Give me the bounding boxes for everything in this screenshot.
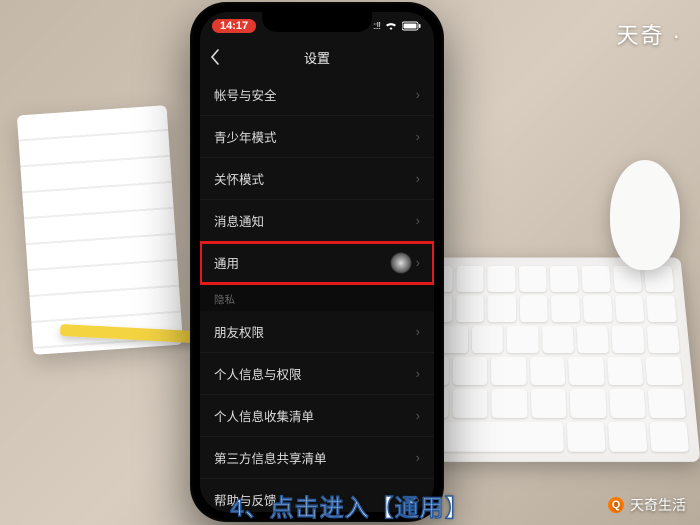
chevron-right-icon: › [416,450,420,465]
row-collected-info[interactable]: 个人信息收集清单 › [200,395,434,437]
page-title: 设置 [200,48,434,67]
signal-icon: ::!! [373,21,380,32]
chevron-right-icon: › [416,408,420,423]
row-label: 第三方信息共享清单 [214,448,327,467]
row-personal-info[interactable]: 个人信息与权限 › [200,353,434,395]
chevron-right-icon: › [416,87,420,102]
row-notifications[interactable]: 消息通知 › [200,200,434,242]
row-care-mode[interactable]: 关怀模式 › [200,158,434,200]
desk-notepad [17,105,183,355]
phone-notch [262,12,372,32]
wifi-icon [384,21,398,31]
phone-screen: 14:17 ::!! 设置 帐号与安全 › 青 [200,12,434,512]
row-general[interactable]: 通用 › [200,242,434,284]
chevron-right-icon: › [416,255,420,270]
touch-indicator-icon [390,252,412,274]
status-time: 14:17 [212,19,256,33]
battery-icon [402,21,422,31]
nav-bar: 设置 [200,40,434,74]
row-label: 个人信息收集清单 [214,406,314,425]
row-label: 个人信息与权限 [214,364,302,383]
chevron-right-icon: › [416,129,420,144]
chevron-right-icon: › [416,213,420,228]
row-label: 消息通知 [214,211,264,230]
section-privacy: 隐私 [200,284,434,311]
phone-frame: 14:17 ::!! 设置 帐号与安全 › 青 [190,2,444,522]
chevron-right-icon: › [416,171,420,186]
chevron-right-icon: › [416,366,420,381]
chevron-right-icon: › [416,324,420,339]
row-label: 通用 [214,253,239,272]
row-teen-mode[interactable]: 青少年模式 › [200,116,434,158]
row-label: 帐号与安全 [214,85,277,104]
desk-mouse [610,160,680,270]
row-label: 青少年模式 [214,127,277,146]
row-label: 关怀模式 [214,169,264,188]
row-thirdparty-share[interactable]: 第三方信息共享清单 › [200,437,434,479]
instruction-caption: 4、点击进入【通用】 [0,488,700,523]
watermark-top: 天奇 · [617,18,682,50]
row-friend-permissions[interactable]: 朋友权限 › [200,311,434,353]
row-label: 朋友权限 [214,322,264,341]
row-account-security[interactable]: 帐号与安全 › [200,74,434,116]
settings-list: 帐号与安全 › 青少年模式 › 关怀模式 › 消息通知 › 通用 › 隐私 [200,74,434,512]
